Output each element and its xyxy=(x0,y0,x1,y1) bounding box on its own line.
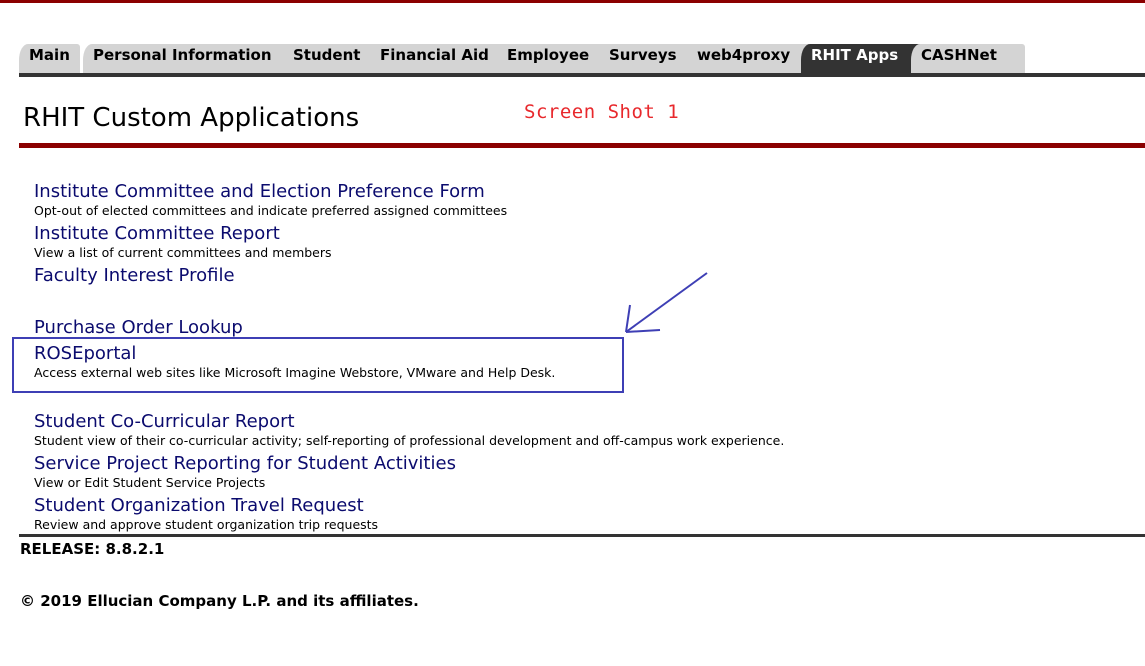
desc-student-co-curricular-report: Student view of their co-curricular acti… xyxy=(34,433,785,448)
copyright-notice: © 2019 Ellucian Company L.P. and its aff… xyxy=(20,592,419,610)
tab-bar-underline xyxy=(19,73,1145,77)
link-student-organization-travel-request[interactable]: Student Organization Travel Request xyxy=(34,495,364,516)
desc-service-project-reporting: View or Edit Student Service Projects xyxy=(34,475,266,490)
title-divider xyxy=(19,143,1145,148)
annotation-label: Screen Shot 1 xyxy=(524,101,680,123)
tab-employee[interactable]: Employee xyxy=(497,44,615,73)
annotation-highlight-box xyxy=(12,337,624,393)
desc-student-organization-travel-request: Review and approve student organization … xyxy=(34,517,379,532)
link-institute-committee-report[interactable]: Institute Committee Report xyxy=(34,223,280,244)
tab-main[interactable]: Main xyxy=(19,44,80,73)
page-title: RHIT Custom Applications xyxy=(23,103,360,133)
link-student-co-curricular-report[interactable]: Student Co-Curricular Report xyxy=(34,411,295,432)
link-purchase-order-lookup[interactable]: Purchase Order Lookup xyxy=(34,317,243,338)
link-faculty-interest-profile[interactable]: Faculty Interest Profile xyxy=(34,265,235,286)
desc-committee-election-preference-form: Opt-out of elected committees and indica… xyxy=(34,203,508,218)
release-version: RELEASE: 8.8.2.1 xyxy=(20,540,165,558)
desc-institute-committee-report: View a list of current committees and me… xyxy=(34,245,332,260)
main-tab-bar: Main Personal Information Student Financ… xyxy=(19,44,1145,73)
tab-rhit-apps[interactable]: RHIT Apps xyxy=(801,44,927,73)
link-committee-election-preference-form[interactable]: Institute Committee and Election Prefere… xyxy=(34,181,485,202)
annotation-arrow-icon xyxy=(625,272,708,333)
footer-divider xyxy=(19,534,1145,537)
link-service-project-reporting[interactable]: Service Project Reporting for Student Ac… xyxy=(34,453,456,474)
tab-personal-information[interactable]: Personal Information xyxy=(83,44,296,73)
tab-cashnet[interactable]: CASHNet xyxy=(911,44,1025,73)
tab-financial-aid[interactable]: Financial Aid xyxy=(370,44,515,73)
top-accent-line xyxy=(0,0,1145,3)
